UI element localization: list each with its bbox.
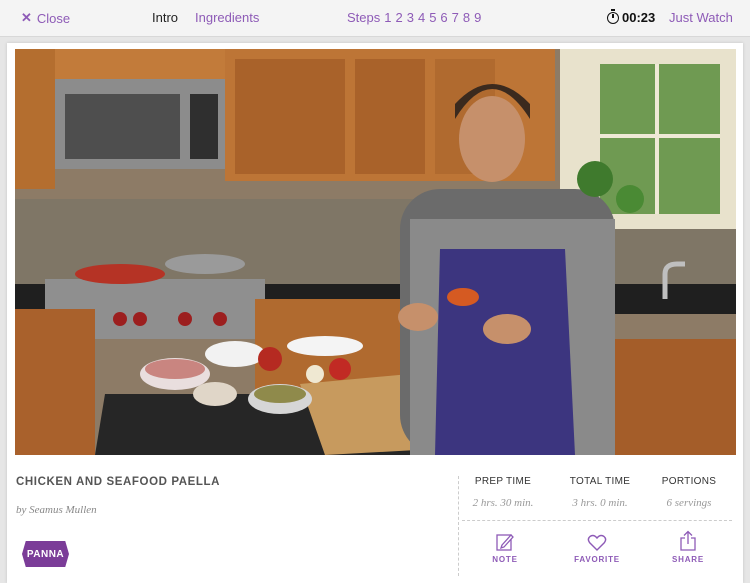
step-2-link[interactable]: 2: [395, 10, 402, 25]
tab-ingredients[interactable]: Ingredients: [195, 10, 259, 25]
favorite-button[interactable]: FAVORITE: [562, 530, 632, 564]
prep-time-value: 2 hrs. 30 min.: [472, 497, 534, 509]
step-8-link[interactable]: 8: [463, 10, 470, 25]
prep-time-stat: PREP TIME 2 hrs. 30 min.: [458, 476, 548, 509]
total-time-stat: TOTAL TIME 3 hrs. 0 min.: [555, 476, 645, 509]
note-button[interactable]: NOTE: [470, 530, 540, 564]
prep-time-label: PREP TIME: [474, 476, 532, 487]
total-time-label: TOTAL TIME: [569, 476, 631, 487]
share-icon: [680, 530, 696, 551]
steps-label[interactable]: Steps: [347, 10, 380, 25]
recipe-title: CHICKEN AND SEAFOOD PAELLA: [16, 476, 221, 488]
step-6-link[interactable]: 6: [440, 10, 447, 25]
portions-stat: PORTIONS 6 servings: [644, 476, 734, 509]
step-3-link[interactable]: 3: [407, 10, 414, 25]
just-watch-button[interactable]: Just Watch: [669, 10, 733, 25]
close-button[interactable]: ✕ Close: [21, 10, 70, 26]
heart-icon: [587, 534, 607, 551]
portions-label: PORTIONS: [661, 476, 717, 487]
video-player[interactable]: [15, 49, 736, 455]
recipe-author: by Seamus Mullen: [16, 504, 97, 516]
share-button[interactable]: SHARE: [653, 530, 723, 564]
portions-value: 6 servings: [666, 497, 712, 509]
stopwatch-icon: [607, 8, 619, 24]
stats-divider: [462, 520, 732, 521]
panna-logo: PANNA: [22, 541, 69, 567]
step-4-link[interactable]: 4: [418, 10, 425, 25]
tab-intro[interactable]: Intro: [152, 10, 178, 25]
steps-navigation: Steps 1 2 3 4 5 6 7 8 9: [347, 10, 481, 25]
total-time-value: 3 hrs. 0 min.: [572, 497, 628, 509]
step-7-link[interactable]: 7: [452, 10, 459, 25]
timer-value: 00:23: [622, 10, 656, 25]
step-5-link[interactable]: 5: [429, 10, 436, 25]
close-label: Close: [36, 10, 71, 26]
step-9-link[interactable]: 9: [474, 10, 481, 25]
recipe-card: CHICKEN AND SEAFOOD PAELLA by Seamus Mul…: [7, 43, 743, 583]
step-1-link[interactable]: 1: [384, 10, 391, 25]
top-navigation-bar: ✕ Close Intro Ingredients Steps 1 2 3 4 …: [0, 0, 750, 37]
timer[interactable]: 00:23: [607, 8, 656, 25]
pencil-note-icon: [496, 534, 514, 551]
close-icon: ✕: [21, 10, 32, 25]
kitchen-scene-image: [15, 49, 736, 455]
